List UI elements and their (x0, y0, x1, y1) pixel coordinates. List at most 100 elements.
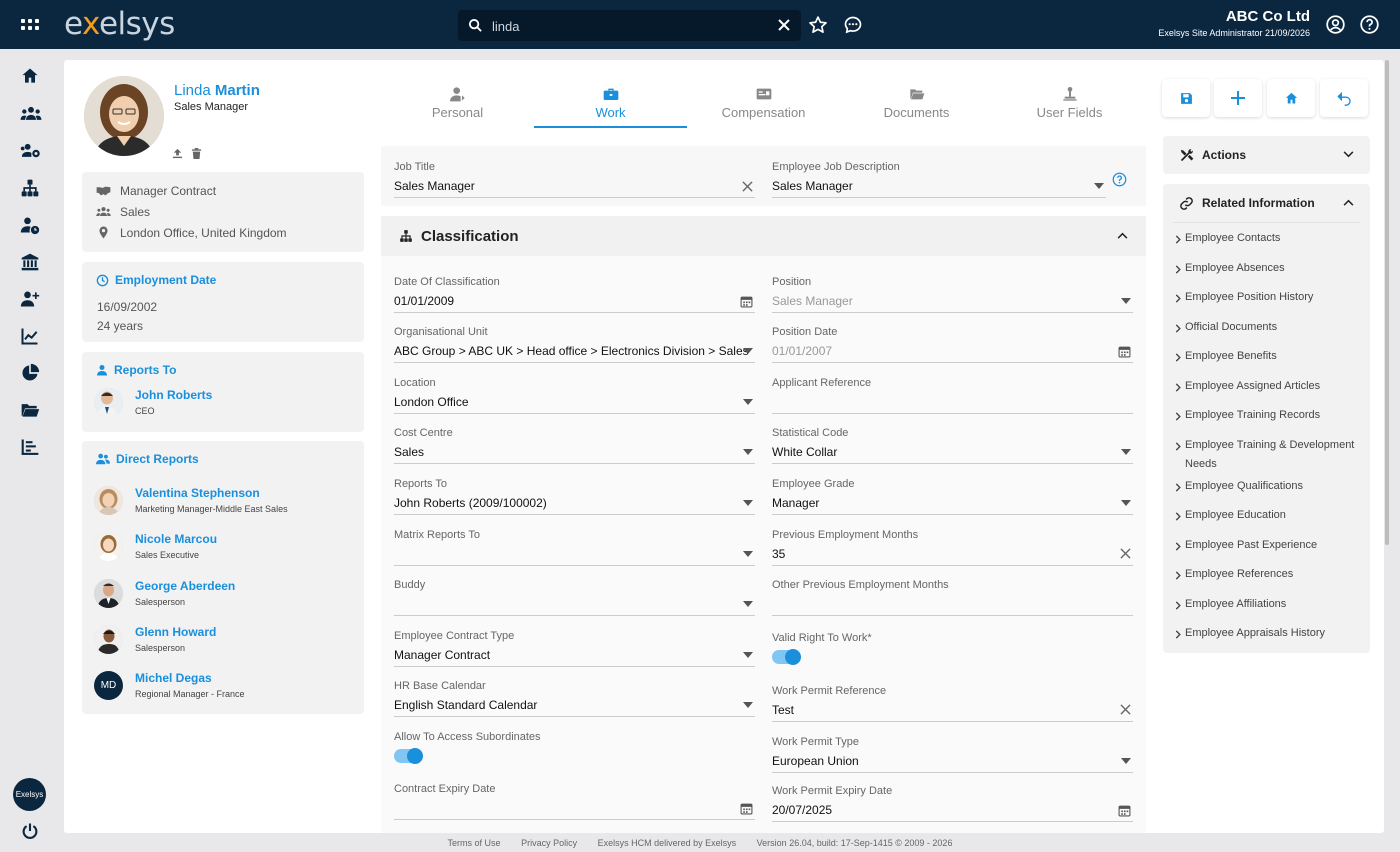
direct-report-item[interactable]: Valentina Stephenson Marketing Manager-M… (94, 486, 288, 515)
employee-grade-field[interactable]: Employee Grade Manager (772, 478, 1133, 515)
related-link[interactable]: Employee Appraisals History (1175, 624, 1360, 643)
field-value[interactable] (394, 547, 755, 562)
help-circle-icon[interactable] (1112, 172, 1127, 187)
contract-expiry-date-field[interactable]: Contract Expiry Date (394, 783, 755, 820)
matrix-reports-to-field[interactable]: Matrix Reports To (394, 529, 755, 566)
related-link[interactable]: Employee Absences (1175, 259, 1360, 278)
bar-list-icon[interactable] (20, 437, 42, 459)
buddy-field[interactable]: Buddy (394, 579, 755, 616)
statistical-code-field[interactable]: Statistical Code White Collar (772, 427, 1133, 464)
direct-report-name[interactable]: Valentina Stephenson (135, 486, 288, 500)
toggle-switch[interactable] (394, 748, 423, 764)
toggle-switch[interactable] (772, 649, 801, 665)
chevron-down-icon[interactable] (743, 702, 753, 708)
field-value[interactable]: London Office (394, 395, 755, 410)
chevron-down-icon[interactable] (743, 551, 753, 557)
field-value[interactable]: Sales Manager (772, 294, 1133, 309)
delivered-by[interactable]: Exelsys HCM delivered by Exelsys (598, 838, 737, 848)
chevron-up-icon[interactable] (1343, 199, 1354, 206)
direct-report-item[interactable]: Nicole Marcou Sales Executive (94, 532, 217, 561)
related-link[interactable]: Employee Education (1175, 506, 1360, 525)
related-link[interactable]: Employee Assigned Articles (1175, 377, 1360, 396)
favorites-star-icon[interactable] (808, 15, 828, 35)
related-link[interactable]: Employee References (1175, 565, 1360, 584)
related-link[interactable]: Employee Training & Development Needs (1175, 436, 1360, 474)
folder-icon[interactable] (20, 400, 42, 422)
field-value[interactable]: European Union (772, 754, 1133, 769)
calendar-icon[interactable] (740, 295, 753, 308)
related-information-header[interactable]: Related Information (1163, 184, 1370, 222)
reports-to-person[interactable]: John Roberts CEO (94, 388, 212, 417)
field-value[interactable]: White Collar (772, 445, 1133, 460)
organisational-unit-field[interactable]: Organisational Unit ABC Group > ABC UK > … (394, 326, 755, 363)
chevron-down-icon[interactable] (743, 500, 753, 506)
field-value[interactable] (772, 597, 1133, 612)
exelsys-badge[interactable]: Exelsys (13, 778, 46, 811)
related-link[interactable]: Employee Affiliations (1175, 595, 1360, 614)
person-add-icon[interactable] (20, 289, 42, 311)
clear-icon[interactable] (1120, 548, 1131, 559)
chevron-down-icon[interactable] (1121, 758, 1131, 764)
scrollbar[interactable] (1385, 60, 1389, 545)
work-permit-reference-field[interactable]: Work Permit Reference Test (772, 685, 1133, 722)
previous-employment-months-field[interactable]: Previous Employment Months 35 (772, 529, 1133, 566)
chevron-down-icon[interactable] (1121, 298, 1131, 304)
location-field[interactable]: Location London Office (394, 377, 755, 414)
field-value[interactable]: Manager Contract (394, 648, 755, 663)
home-icon[interactable] (20, 66, 42, 88)
home-button[interactable] (1267, 79, 1315, 117)
apps-grid-icon[interactable] (20, 15, 40, 35)
direct-report-name[interactable]: George Aberdeen (135, 579, 235, 593)
delete-icon[interactable] (191, 148, 202, 159)
clear-icon[interactable] (742, 181, 753, 192)
help-icon[interactable] (1359, 14, 1380, 35)
clear-icon[interactable] (1120, 704, 1131, 715)
calendar-icon[interactable] (740, 802, 753, 815)
tab-documents[interactable]: Documents (840, 82, 993, 128)
tab-personal[interactable]: Personal (381, 82, 534, 128)
save-button[interactable] (1162, 79, 1210, 117)
job-title-field[interactable]: Job Title Sales Manager (394, 161, 755, 198)
employee-contract-type-field[interactable]: Employee Contract Type Manager Contract (394, 630, 755, 667)
add-button[interactable] (1214, 79, 1262, 117)
field-value[interactable]: 01/01/2007 (772, 344, 1133, 359)
exelsys-logo[interactable]: exelsys (64, 6, 175, 42)
calendar-icon[interactable] (1118, 345, 1131, 358)
work-permit-expiry-date-field[interactable]: Work Permit Expiry Date 20/07/2025 (772, 785, 1133, 822)
field-value[interactable]: Sales (394, 445, 755, 460)
chat-icon[interactable] (843, 15, 863, 35)
related-link[interactable]: Employee Training Records (1175, 406, 1360, 425)
bank-icon[interactable] (20, 252, 42, 274)
back-button[interactable] (1320, 79, 1368, 117)
reports-to-field[interactable]: Reports To John Roberts (2009/100002) (394, 478, 755, 515)
actions-header[interactable]: Actions (1163, 136, 1370, 174)
direct-report-name[interactable]: Michel Degas (135, 671, 245, 685)
terms-link[interactable]: Terms of Use (448, 838, 501, 848)
tab-user-fields[interactable]: User Fields (993, 82, 1146, 128)
field-value[interactable] (772, 395, 1133, 410)
pie-chart-icon[interactable] (20, 363, 42, 385)
chevron-down-icon[interactable] (743, 399, 753, 405)
chevron-up-icon[interactable] (1117, 232, 1128, 239)
search-input[interactable] (492, 16, 762, 36)
hr-base-calendar-field[interactable]: HR Base Calendar English Standard Calenda… (394, 680, 755, 717)
related-link[interactable]: Employee Benefits (1175, 347, 1360, 366)
job-description-field[interactable]: Employee Job Description Sales Manager (772, 161, 1106, 198)
tab-work[interactable]: Work (534, 82, 687, 128)
direct-report-item[interactable]: MD Michel Degas Regional Manager - Franc… (94, 671, 245, 700)
clear-search-icon[interactable] (777, 18, 791, 32)
position-field[interactable]: Position Sales Manager (772, 276, 1133, 313)
related-link[interactable]: Official Documents (1175, 318, 1360, 337)
cost-centre-field[interactable]: Cost Centre Sales (394, 427, 755, 464)
person-clock-icon[interactable] (20, 215, 42, 237)
valid-right-to-work-field[interactable]: Valid Right To Work* (772, 632, 1133, 665)
field-value[interactable] (394, 597, 755, 612)
related-link[interactable]: Employee Position History (1175, 288, 1360, 307)
field-value[interactable]: Test (772, 703, 1133, 718)
field-value[interactable]: English Standard Calendar (394, 698, 755, 713)
field-value[interactable]: 20/07/2025 (772, 803, 1133, 818)
field-value[interactable]: John Roberts (2009/100002) (394, 496, 755, 511)
upload-icon[interactable] (172, 148, 183, 159)
applicant-reference-field[interactable]: Applicant Reference (772, 377, 1133, 414)
field-value[interactable]: 01/01/2009 (394, 294, 755, 309)
